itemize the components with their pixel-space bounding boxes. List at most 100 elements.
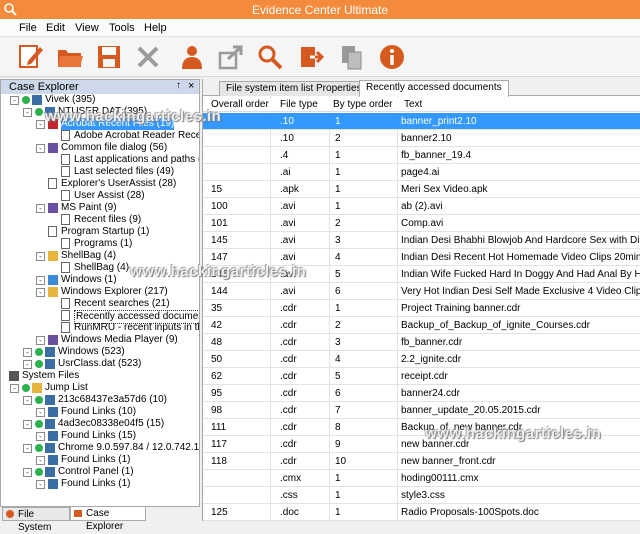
expander-icon[interactable]: - [10,96,19,105]
tree-item[interactable]: User Assist (28) [1,190,199,202]
menu-help[interactable]: Help [144,22,167,34]
col-by-type-order[interactable]: By type order [333,99,392,110]
expander-icon[interactable]: - [23,360,32,369]
tree-item[interactable]: - Jump List [1,382,199,394]
pin-icon[interactable]: ↑ [176,80,181,91]
col-text[interactable]: Text [404,99,422,110]
tree-item[interactable]: Program Startup (1) [1,226,199,238]
menu-file[interactable]: File [19,22,37,34]
table-row[interactable]: 125 .doc 1 Radio Proposals-100Spots.doc [203,504,640,521]
table-row[interactable]: 98 .cdr 7 banner_update_20.05.2015.cdr [203,402,640,419]
table-row[interactable]: 15 .apk 1 Meri Sex Video.apk [203,181,640,198]
expander-icon[interactable]: - [36,408,45,417]
tree-item[interactable]: - 4ad3ec08338e04f5 (15) [1,418,199,430]
tab-file-system-item-list[interactable]: File system item list Properties [219,81,369,96]
user-icon [32,95,42,105]
tree-item[interactable]: - MS Paint (9) [1,202,199,214]
tree-item[interactable]: RunMRU - recent inputs in the [1,322,199,334]
expander-icon[interactable]: - [36,204,45,213]
tree-item[interactable]: Recent files (9) [1,214,199,226]
tree-item[interactable]: - ShellBag (4) [1,250,199,262]
delete-button[interactable] [133,42,163,72]
tree-item[interactable]: Recently accessed documents [1,310,199,324]
table-row[interactable]: 101 .avi 2 Comp.avi [203,215,640,232]
tab-case-explorer[interactable]: Case Explorer [70,507,146,532]
copy-button[interactable] [337,42,367,72]
tree-item[interactable]: - Vivek (395) [1,94,199,106]
tree-item[interactable]: - Chrome 9.0.597.84 / 12.0.742.100 ( [1,442,199,454]
table-row[interactable]: .ai 1 page4.ai [203,164,640,181]
table-row[interactable]: 50 .cdr 4 2.2_ignite.cdr [203,351,640,368]
export-button[interactable] [216,42,246,72]
expander-icon[interactable]: - [23,468,32,477]
table-row[interactable]: 35 .cdr 1 Project Training banner.cdr [203,300,640,317]
table-row[interactable]: 95 .cdr 6 banner24.cdr [203,385,640,402]
col-file-type[interactable]: File type [280,99,318,110]
expander-icon[interactable]: - [23,420,32,429]
expander-icon[interactable]: - [36,252,45,261]
tree-item[interactable]: System Files [1,370,199,382]
table-row[interactable]: 62 .cdr 5 receipt.cdr [203,368,640,385]
table-row[interactable]: 42 .cdr 2 Backup_of_Backup_of_ignite_Course… [203,317,640,334]
person-button[interactable] [177,42,207,72]
expander-icon[interactable]: - [36,288,45,297]
tree-item[interactable]: Last selected files (49) [1,166,199,178]
menu-view[interactable]: View [75,22,99,34]
expander-icon[interactable]: - [23,396,32,405]
expander-icon[interactable]: - [23,108,32,117]
info-button[interactable] [377,42,407,72]
table-row[interactable]: .css 1 style3.css [203,487,640,504]
expander-icon[interactable]: - [36,432,45,441]
tree-item[interactable]: - Windows Explorer (217) [1,286,199,298]
expander-icon[interactable]: - [36,120,45,129]
expander-icon[interactable]: - [36,336,45,345]
tree-item[interactable]: - Control Panel (1) [1,466,199,478]
menu-tools[interactable]: Tools [109,22,135,34]
table-row[interactable]: 48 .cdr 3 fb_banner.cdr [203,334,640,351]
table-cell: style3.css [401,490,445,501]
table-row[interactable]: 118 .cdr 10 new banner_front.cdr [203,453,640,470]
tree-item[interactable]: - UsrClass.dat (523) [1,358,199,370]
tree-item[interactable]: - Windows (523) [1,346,199,358]
tree-item[interactable]: - Windows Media Player (9) [1,334,199,346]
edit-button[interactable] [16,42,46,72]
expander-icon[interactable]: - [36,276,45,285]
search-button[interactable] [255,42,285,72]
tab-file-system[interactable]: File System [2,507,70,533]
tree-item[interactable]: - Found Links (15) [1,430,199,442]
expander-icon[interactable]: - [10,384,19,393]
tree-item[interactable]: - Common file dialog (56) [1,142,199,154]
window-title: Evidence Center Ultimate [251,3,389,17]
table-row[interactable]: 145 .avi 3 Indian Desi Bhabhi Blowjob And H… [203,232,640,249]
table-row[interactable]: .cmx 1 hoding00111.cmx [203,470,640,487]
close-icon[interactable]: × [188,80,194,92]
link-icon [48,431,58,441]
tree-item[interactable]: Programs (1) [1,238,199,250]
tree-item[interactable]: Recent searches (21) [1,298,199,310]
doc-icon [61,298,70,309]
table-row[interactable]: 144 .avi 6 Very Hot Indian Desi Self Made E… [203,283,640,300]
tree-item[interactable]: - Found Links (1) [1,454,199,466]
tree-item[interactable]: - Found Links (10) [1,406,199,418]
expander-icon[interactable]: - [23,348,32,357]
exit-button[interactable] [296,42,326,72]
table-row[interactable]: .10 1 banner_print2.10 [203,113,640,130]
menu-edit[interactable]: Edit [46,22,65,34]
table-row[interactable]: .10 2 banner2.10 [203,130,640,147]
expander-icon[interactable]: - [36,480,45,489]
table-row[interactable]: .4 1 fb_banner_19.4 [203,147,640,164]
tree-item[interactable]: - Found Links (1) [1,478,199,490]
save-button[interactable] [94,42,124,72]
tree-item[interactable]: Last applications and paths (7) [1,154,199,166]
tree-item[interactable]: - 213c68437e3a57d6 (10) [1,394,199,406]
open-button[interactable] [55,42,85,72]
table-row[interactable]: 100 .avi 1 ab (2).avi [203,198,640,215]
table-cell: .apk [280,184,299,195]
tab-recently-accessed-documents[interactable]: Recently accessed documents [359,80,509,97]
tree-item[interactable]: Adobe Acrobat Reader Recent [1,130,199,142]
table-cell: 48 [211,337,223,348]
tree-item[interactable]: Explorer's UserAssist (28) [1,178,199,190]
expander-icon[interactable]: - [23,444,32,453]
expander-icon[interactable]: - [36,456,45,465]
expander-icon[interactable]: - [36,144,45,153]
